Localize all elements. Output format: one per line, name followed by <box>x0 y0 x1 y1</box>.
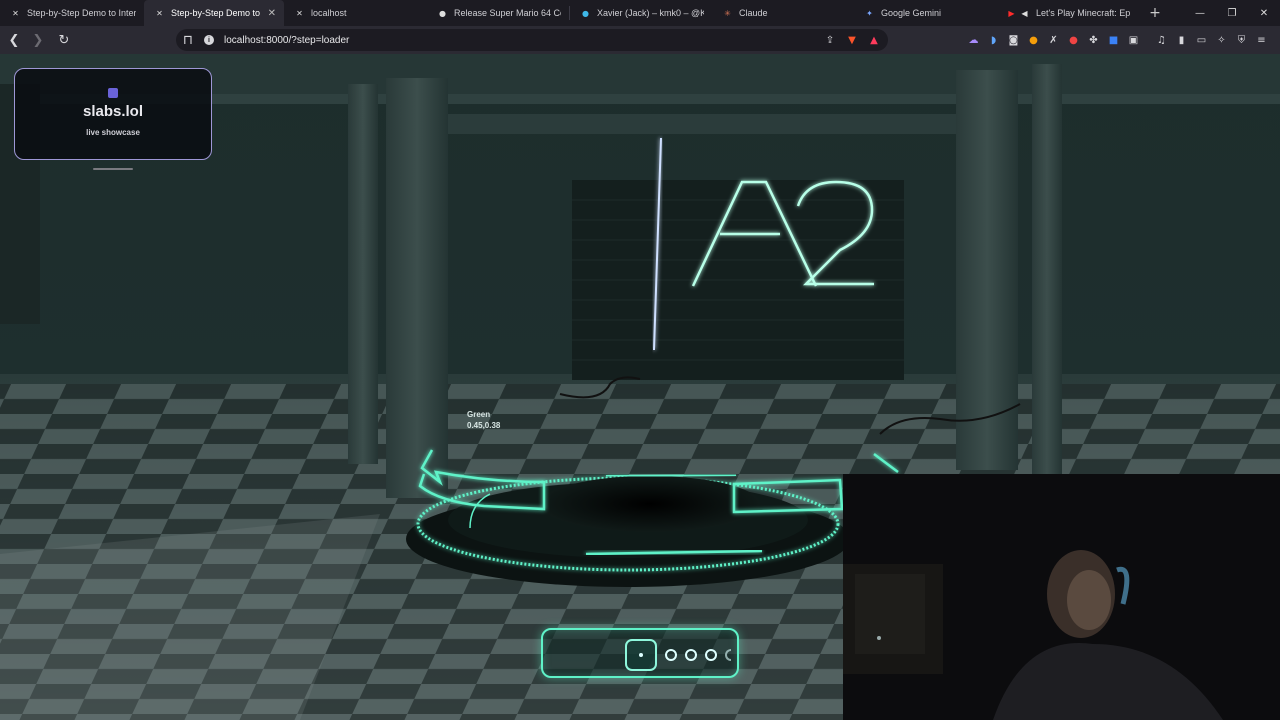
screenshot-icon[interactable]: ▣ <box>1126 30 1141 50</box>
address-bar[interactable]: ⊓ i localhost:8000/?step=loader ⇪ ▼ ▲ <box>176 29 888 51</box>
brave-shields-icon[interactable]: ▼ <box>844 32 860 48</box>
brand-title: slabs.lol <box>82 103 144 120</box>
tab-xavier[interactable]: ● Xavier (Jack) – kmk0 – @KMko <box>570 0 712 26</box>
extension-5-icon[interactable]: ● <box>1066 30 1081 50</box>
new-tab-button[interactable]: + <box>1144 5 1166 21</box>
tab-label: Claude <box>739 8 768 18</box>
extension-4-icon[interactable]: ✗ <box>1046 30 1061 50</box>
navigation-bar: ❮ ❯ ↻ ⊓ i localhost:8000/?step=loader ⇪ … <box>0 26 1280 54</box>
tab-label: Google Gemini <box>881 8 942 18</box>
tab-label: Xavier (Jack) – kmk0 – @KMko <box>597 8 704 18</box>
restore-icon[interactable]: ❐ <box>1216 0 1248 26</box>
pillar <box>1032 64 1062 474</box>
step-dot-current[interactable] <box>625 639 657 671</box>
window-controls: — ❐ ✕ <box>1184 0 1280 26</box>
close-window-icon[interactable]: ✕ <box>1248 0 1280 26</box>
minimize-icon[interactable]: — <box>1184 0 1216 26</box>
reload-icon[interactable]: ↻ <box>54 30 74 50</box>
tab-localhost[interactable]: ✕ localhost <box>284 0 427 26</box>
speaker-icon[interactable]: ◀ <box>1019 8 1030 19</box>
tab-strip: ✕ Step-by-Step Demo to Interact ✕ Step-b… <box>0 0 1280 26</box>
brand-card[interactable]: slabs.lol live showcase <box>14 68 212 160</box>
extensions-toolbar: ☁ ◗ ◙ ● ✗ ● ✤ ■ ▣ ♫ ▮ ▭ ✧ ⛨ ≡ <box>966 30 1269 50</box>
step-dot[interactable] <box>705 649 717 661</box>
forward-icon[interactable]: ❯ <box>28 30 48 50</box>
camera-icon[interactable]: ◙ <box>1006 30 1021 50</box>
sidebar-icon[interactable]: ▮ <box>1174 30 1189 50</box>
webcam-feed <box>843 474 1280 720</box>
tab-gemini[interactable]: ✦ Google Gemini <box>854 0 996 26</box>
app-icon: ✕ <box>156 8 163 18</box>
tab-github-release[interactable]: ● Release Super Mario 64 Coop <box>427 0 569 26</box>
site-info-icon[interactable]: i <box>204 35 214 45</box>
probe-coords: 0.45,0.38 <box>467 421 501 430</box>
claude-icon: ✳ <box>724 8 731 18</box>
extension-3-icon[interactable]: ● <box>1026 30 1041 50</box>
url-text[interactable]: localhost:8000/?step=loader <box>224 35 349 46</box>
scene-viewport[interactable]: A2 slabs.lol live showcase <box>0 54 1280 720</box>
extensions-puzzle-icon[interactable]: ✤ <box>1086 30 1101 50</box>
step-indicator <box>541 628 739 678</box>
menu-icon[interactable]: ≡ <box>1254 30 1269 50</box>
webcam-person-face <box>1067 570 1111 630</box>
brand-underline <box>93 168 133 170</box>
extension-6-icon[interactable]: ■ <box>1106 30 1121 50</box>
tab-step-demo-2[interactable]: ✕ Step-by-Step Demo to Inte ✕ <box>144 0 284 26</box>
step-dot[interactable] <box>665 649 677 661</box>
step-dot[interactable] <box>685 649 697 661</box>
pillar <box>348 84 378 464</box>
extension-1-icon[interactable]: ☁ <box>966 30 981 50</box>
github-icon: ● <box>439 8 446 18</box>
tab-minecraft[interactable]: ▶ ◀ Let's Play Minecraft: Ep. 57 <box>996 0 1138 26</box>
tab-label: Release Super Mario 64 Coop <box>454 8 561 18</box>
brand-logo-icon <box>108 88 118 98</box>
back-icon[interactable]: ❮ <box>4 30 24 50</box>
bookmark-icon[interactable]: ⊓ <box>178 30 198 50</box>
tab-claude[interactable]: ✳ Claude <box>712 0 854 26</box>
tab-label: Step-by-Step Demo to Interact <box>27 8 136 18</box>
probe-color-name: Green <box>467 410 491 419</box>
tab-step-demo-1[interactable]: ✕ Step-by-Step Demo to Interact <box>0 0 144 26</box>
music-icon[interactable]: ♫ <box>1154 30 1169 50</box>
globe-icon: ● <box>582 8 589 18</box>
ceiling-beam <box>440 114 960 134</box>
tab-label: localhost <box>311 8 347 18</box>
pillar <box>386 78 448 498</box>
webcam-overlay <box>843 474 1280 720</box>
platform-glow-line <box>605 474 737 477</box>
tab-label: Step-by-Step Demo to Inte <box>171 8 260 18</box>
webcam-window-pane <box>855 574 925 654</box>
color-probe-label: Green 0.45,0.38 <box>467 409 500 431</box>
platform-hole <box>540 476 760 532</box>
app-icon: ✕ <box>296 8 303 18</box>
tab-close-icon[interactable]: ✕ <box>268 8 276 19</box>
tab-label: Let's Play Minecraft: Ep. 57 <box>1036 8 1130 18</box>
webcam-light <box>877 636 881 640</box>
extension-2-icon[interactable]: ◗ <box>986 30 1001 50</box>
step-dot-partial[interactable] <box>725 649 731 661</box>
leo-ai-icon[interactable]: ✧ <box>1214 30 1229 50</box>
gemini-icon: ✦ <box>866 8 873 18</box>
share-icon[interactable]: ⇪ <box>822 32 838 48</box>
app-icon: ✕ <box>12 8 19 18</box>
vpn-shield-icon[interactable]: ⛨ <box>1234 30 1249 50</box>
wallet-icon[interactable]: ▭ <box>1194 30 1209 50</box>
brand-subtitle: live showcase <box>86 128 140 137</box>
youtube-icon: ▶ <box>1008 8 1015 18</box>
brave-rewards-icon[interactable]: ▲ <box>866 32 882 48</box>
